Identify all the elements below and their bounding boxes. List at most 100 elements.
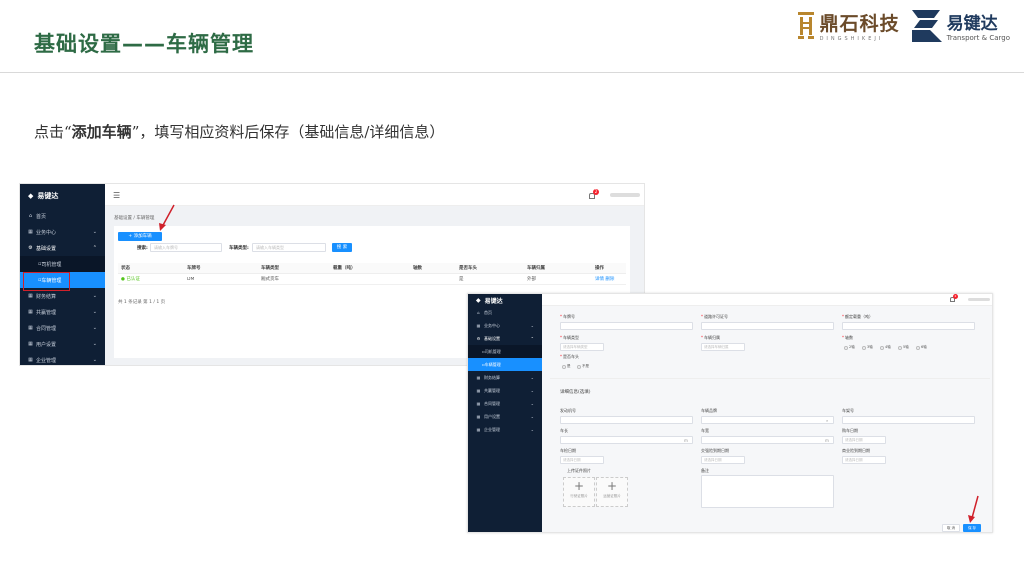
vehicle-type-input[interactable]: 请输入车辆类型 [252,243,326,252]
license-field[interactable] [701,322,834,330]
sidebar-item-ship[interactable]: ▦ 共赢管理 ⌄ [468,384,542,397]
owner-select[interactable]: 请选择车辆归属 [701,343,745,351]
sidebar-item-user[interactable]: ▦ 用户设置 ⌄ [20,336,105,352]
frame-field[interactable] [842,416,975,424]
table-header: 状态 车牌号 车辆类型 载重（吨） 轴数 是否车头 车辆归属 操作 [118,263,626,274]
plate-field[interactable] [560,322,693,330]
is-head-option-no[interactable]: 不是 [577,364,589,369]
gear-icon: ⚙ [476,336,481,341]
ship-icon: ▦ [476,388,481,393]
chevron-down-icon: ⌄ [92,229,97,235]
insurance-date-picker[interactable]: 请选择日期 [701,456,745,464]
home-icon: ⌂ [477,310,480,315]
dingshi-logo-subtext: DINGSHIKEJI [819,35,884,42]
pagination: 共 1 条记录 第 1 / 1 页 [118,300,166,305]
length-field[interactable] [560,436,693,444]
logo-area: 鼎石科技 DINGSHIKEJI 易键达 Transport & Cargo [796,6,1010,44]
width-label: 车宽 [701,428,709,433]
sidebar-item-contract[interactable]: ▦ 合同管理 ⌄ [468,397,542,410]
ship-icon: ▦ [28,309,33,315]
plus-icon: + [606,479,618,493]
upload-label: 上传证件照片 [567,468,591,473]
chevron-up-icon: ⌃ [92,245,97,251]
sidebar: ◆ 易键达 ⌂ 首页 ▦ 业务中心 ⌄ ⚙ 基础设置 ⌃ ▫ 司机管理 ▫ 车辆管理 ▦ 财务结… [468,294,542,532]
sidebar-item-finance[interactable]: ▦ 财务结算 ⌄ [468,371,542,384]
yijianda-mark-icon [911,10,942,42]
purchase-date-picker[interactable]: 请选择日期 [842,436,886,444]
vehicle-type-select[interactable]: 请选择车辆类型 [560,343,604,351]
add-vehicle-button[interactable]: + 添加车辆 [118,232,162,241]
sidebar-item-basic[interactable]: ⚙ 基础设置 ⌃ [468,332,542,345]
table-row[interactable]: ● 已认证 DM 厢式货车 是 外部 详情 删除 [118,274,626,285]
column-header: 轴数 [413,266,422,271]
sidebar-item-business[interactable]: ▦ 业务中心 ⌄ [468,319,542,332]
sidebar-item-enterprise[interactable]: ▦ 企业管理 ⌄ [468,423,542,436]
axle-option[interactable]: 3轴 [862,345,873,350]
inspection-date-picker[interactable]: 请选择日期 [560,456,604,464]
sidebar-brand: ◆ 易键达 [28,192,59,200]
sidebar-item-home[interactable]: ⌂ 首页 [468,306,542,319]
instruction-text: 点击“添加车辆”，填写相应资料后保存（基础信息/详细信息） [34,123,445,141]
chevron-down-icon: ⌄ [530,414,534,419]
pointer-arrow-icon [968,495,979,523]
chevron-down-icon: ⌄ [92,293,97,299]
user-name[interactable] [610,193,640,197]
search-button[interactable]: 搜 索 [332,243,352,252]
axles-label: *轴数 [842,335,853,340]
logo-icon: ◆ [476,296,481,304]
axle-option[interactable]: 2轴 [844,345,855,350]
upload-license-button[interactable]: + 行驶证照片 [563,477,595,507]
user-name[interactable] [968,298,990,301]
cancel-button[interactable]: 取 消 [942,524,960,532]
sidebar-item-contract[interactable]: ▦ 合同管理 ⌄ [20,320,105,336]
axle-option[interactable]: 6轴 [916,345,927,350]
sidebar-item-ship[interactable]: ▦ 共赢管理 ⌄ [20,304,105,320]
search-icon[interactable]: ⌕ [826,418,828,423]
detail-section-title: 详细信息(选填) [560,390,591,395]
commercial-date-label: 商业险到期日期 [842,448,870,453]
sidebar-item-driver[interactable]: ▫ 司机管理 [20,256,105,272]
sidebar-brand: ◆ 易键达 [476,296,503,305]
dingshi-logo-text: 鼎石科技 [819,12,900,35]
brand-field[interactable] [701,416,834,424]
owner-label: *车辆归属 [701,335,720,340]
remark-label: 备注 [701,468,709,473]
plus-icon: + [573,479,585,493]
capacity-label: *额定载重（吨） [842,314,873,319]
home-icon: ⌂ [28,213,33,219]
user-settings-icon: ▦ [476,414,481,419]
commercial-date-picker[interactable]: 请选择日期 [842,456,886,464]
chevron-down-icon: ⌄ [530,401,534,406]
sidebar-item-enterprise[interactable]: ▦ 企业管理 ⌄ [20,352,105,365]
column-header: 载重（吨） [333,266,356,271]
remark-textarea[interactable] [701,475,834,508]
sidebar-item-basic[interactable]: ⚙ 基础设置 ⌃ [20,240,105,256]
sidebar-item-vehicle[interactable]: ▫ 车辆管理 [468,358,542,371]
radio-icon [862,345,866,350]
plate-search-input[interactable]: 请输入车牌号 [150,243,222,252]
save-button[interactable]: 保 存 [963,524,981,532]
is-head-cell: 是 [459,277,464,282]
header-divider [0,72,1024,73]
axle-option[interactable]: 4轴 [880,345,891,350]
upload-permit-button[interactable]: + 运营证照片 [596,477,628,507]
row-actions[interactable]: 详情 删除 [592,276,626,282]
is-head-option-yes[interactable]: 是 [562,364,571,369]
contract-icon: ▦ [28,325,33,331]
chevron-down-icon: ⌄ [92,309,97,315]
sidebar-item-home[interactable]: ⌂ 首页 [20,208,105,224]
width-field[interactable] [701,436,834,444]
sidebar-item-driver[interactable]: ▫ 司机管理 [468,345,542,358]
inspection-date-label: 车检日期 [560,448,576,453]
type-label: 车辆类型: [229,246,249,251]
add-vehicle-form-screenshot: ◆ 易键达 ⌂ 首页 ▦ 业务中心 ⌄ ⚙ 基础设置 ⌃ ▫ 司机管理 ▫ 车辆管理 ▦ 财务结… [467,293,993,533]
capacity-field[interactable] [842,322,975,330]
axle-option[interactable]: 5轴 [898,345,909,350]
contract-icon: ▦ [476,401,481,406]
sidebar-item-user[interactable]: ▦ 用户设置 ⌄ [468,410,542,423]
menu-toggle-icon[interactable]: ☰ [113,191,120,200]
license-label: *道路许可证号 [701,314,728,319]
is-head-label: *是否车头 [560,354,579,359]
engine-field[interactable] [560,416,693,424]
sidebar-item-business[interactable]: ▦ 业务中心 ⌄ [20,224,105,240]
